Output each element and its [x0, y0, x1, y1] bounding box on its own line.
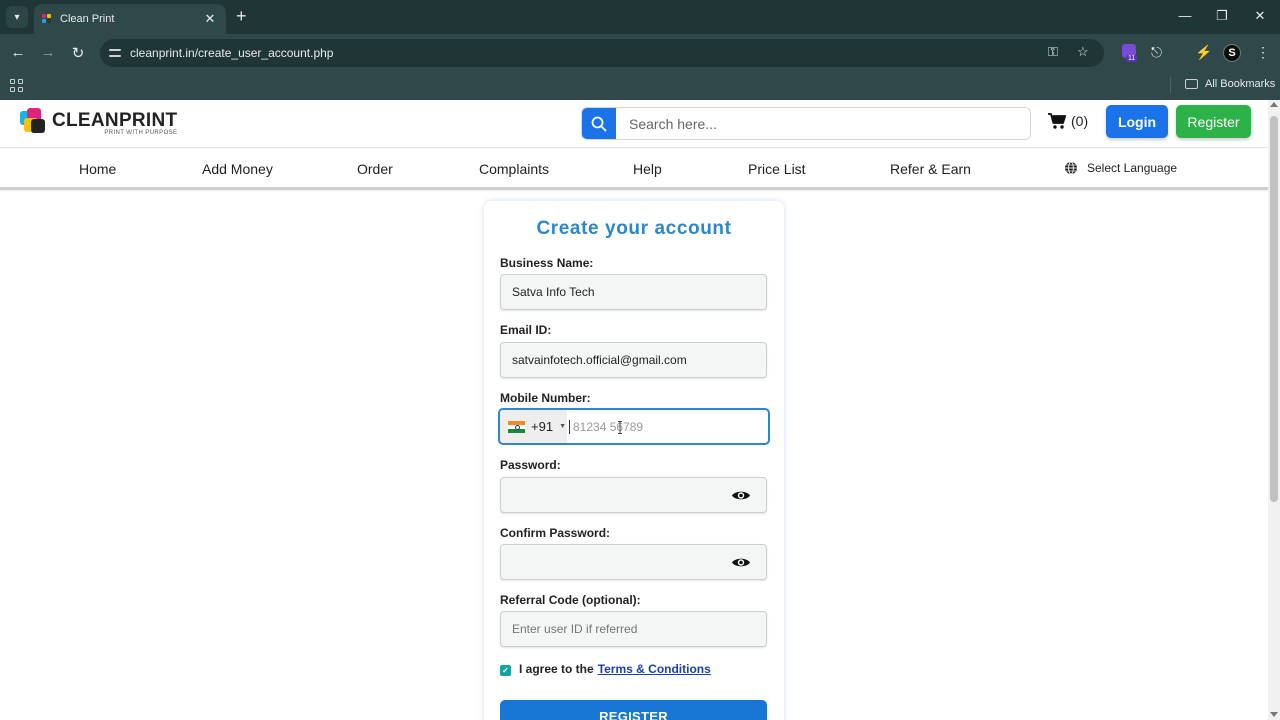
cart-button[interactable]: (0): [1047, 112, 1088, 130]
scroll-up-icon[interactable]: [1270, 102, 1278, 107]
confirm-password-input[interactable]: [500, 544, 767, 580]
all-bookmarks-button[interactable]: All Bookmarks: [1185, 78, 1275, 90]
nav-order[interactable]: Order: [357, 161, 393, 177]
referral-input[interactable]: Enter user ID if referred: [500, 611, 767, 647]
tab-title: Clean Print: [60, 13, 115, 25]
search-bar: [581, 107, 1031, 140]
mobile-number-input[interactable]: +91 ▼ 81234 56789: [498, 408, 770, 445]
mobile-label: Mobile Number:: [500, 391, 591, 405]
password-key-icon[interactable]: ⚿: [1048, 44, 1058, 60]
select-language-label: Select Language: [1087, 161, 1178, 175]
login-button[interactable]: Login: [1106, 105, 1168, 138]
country-code: +91: [531, 419, 554, 434]
india-flag-icon: [508, 420, 525, 433]
performance-icon[interactable]: ⚡: [1195, 44, 1212, 61]
scroll-thumb[interactable]: [1270, 116, 1278, 502]
apps-grid-icon[interactable]: [10, 79, 23, 92]
register-submit-button[interactable]: REGISTER: [500, 700, 767, 720]
menu-kebab-icon[interactable]: ⋮: [1256, 44, 1270, 61]
tab-close-icon[interactable]: ✕: [202, 11, 218, 27]
eye-icon[interactable]: [731, 556, 751, 569]
back-arrow-icon[interactable]: ←: [9, 44, 27, 61]
main-nav: Home Add Money Order Complaints Help Pri…: [0, 148, 1268, 190]
nav-price-list[interactable]: Price List: [748, 161, 806, 177]
extensions-puzzle-icon[interactable]: ⎋: [1151, 44, 1162, 61]
address-bar[interactable]: cleanprint.in/create_user_account.php ⚿ …: [100, 39, 1104, 67]
chevron-down-icon: ▼: [559, 423, 566, 430]
restore-icon[interactable]: ❐: [1214, 8, 1230, 24]
scroll-down-icon[interactable]: [1270, 712, 1278, 717]
nav-help[interactable]: Help: [633, 161, 662, 177]
favicon-icon: [42, 14, 52, 24]
create-account-card: Create your account Business Name: Satva…: [484, 201, 784, 720]
browser-tab-active[interactable]: Clean Print ✕: [34, 4, 226, 34]
business-name-label: Business Name:: [500, 256, 594, 270]
referral-label: Referral Code (optional):: [500, 593, 641, 607]
browser-tab-strip: ▾ Clean Print ✕ + — ❐ ✕: [0, 0, 1280, 34]
text-cursor-icon: [618, 421, 622, 434]
terms-agreement: ✓ I agree to the Terms & Conditions: [500, 662, 711, 676]
business-name-input[interactable]: Satva Info Tech: [500, 274, 767, 310]
page-scrollbar[interactable]: [1268, 100, 1280, 720]
reload-icon[interactable]: ↻: [69, 44, 87, 62]
logo-name: CLEANPRINT: [52, 109, 178, 131]
form-title: Create your account: [536, 218, 732, 239]
site-logo[interactable]: CLEANPRINT PRINT WITH PURPOSE: [18, 106, 177, 140]
bookmarks-bar: [0, 72, 1280, 100]
minimize-icon[interactable]: —: [1177, 8, 1193, 23]
all-bookmarks-label: All Bookmarks: [1205, 78, 1276, 90]
forward-arrow-icon[interactable]: →: [39, 44, 57, 61]
site-header: CLEANPRINT PRINT WITH PURPOSE (0) Login …: [0, 100, 1268, 148]
country-code-select[interactable]: +91 ▼: [500, 410, 567, 443]
cart-icon: [1048, 113, 1067, 129]
register-header-button[interactable]: Register: [1176, 105, 1251, 138]
bookmarks-divider: [1170, 77, 1171, 93]
password-label: Password:: [500, 458, 561, 472]
select-language[interactable]: Select Language: [1064, 161, 1177, 175]
confirm-password-label: Confirm Password:: [500, 526, 611, 540]
agree-text: I agree to the: [519, 662, 594, 676]
email-input[interactable]: satvainfotech.official@gmail.com: [500, 342, 767, 378]
bookmark-star-icon[interactable]: ☆: [1077, 44, 1089, 60]
extension-icon[interactable]: 11: [1120, 43, 1140, 63]
eye-icon[interactable]: [731, 489, 751, 502]
nav-complaints[interactable]: Complaints: [479, 161, 549, 177]
folder-icon: [1185, 79, 1198, 89]
email-label: Email ID:: [500, 323, 552, 337]
nav-home[interactable]: Home: [79, 161, 116, 177]
terms-link[interactable]: Terms & Conditions: [598, 662, 711, 676]
browser-toolbar: ← → ↻ cleanprint.in/create_user_account.…: [0, 34, 1280, 72]
profile-avatar[interactable]: S: [1223, 44, 1241, 62]
nav-refer-earn[interactable]: Refer & Earn: [890, 161, 971, 177]
mobile-placeholder: 81234 56789: [569, 419, 643, 434]
logo-mark-icon: [18, 106, 50, 140]
window-close-icon[interactable]: ✕: [1252, 8, 1268, 24]
cart-count: (0): [1071, 113, 1089, 129]
nav-add-money[interactable]: Add Money: [202, 161, 273, 177]
agree-checkbox[interactable]: ✓: [500, 664, 511, 676]
search-button[interactable]: [582, 108, 616, 139]
url-text[interactable]: cleanprint.in/create_user_account.php: [130, 46, 333, 60]
new-tab-button[interactable]: +: [236, 7, 247, 25]
tab-search-button[interactable]: ▾: [6, 6, 28, 28]
search-icon: [591, 116, 607, 131]
password-input[interactable]: [500, 477, 767, 513]
site-info-icon[interactable]: [108, 46, 122, 60]
search-input[interactable]: [616, 108, 1030, 139]
globe-icon: [1065, 161, 1077, 175]
page-viewport: CLEANPRINT PRINT WITH PURPOSE (0) Login …: [0, 100, 1268, 720]
